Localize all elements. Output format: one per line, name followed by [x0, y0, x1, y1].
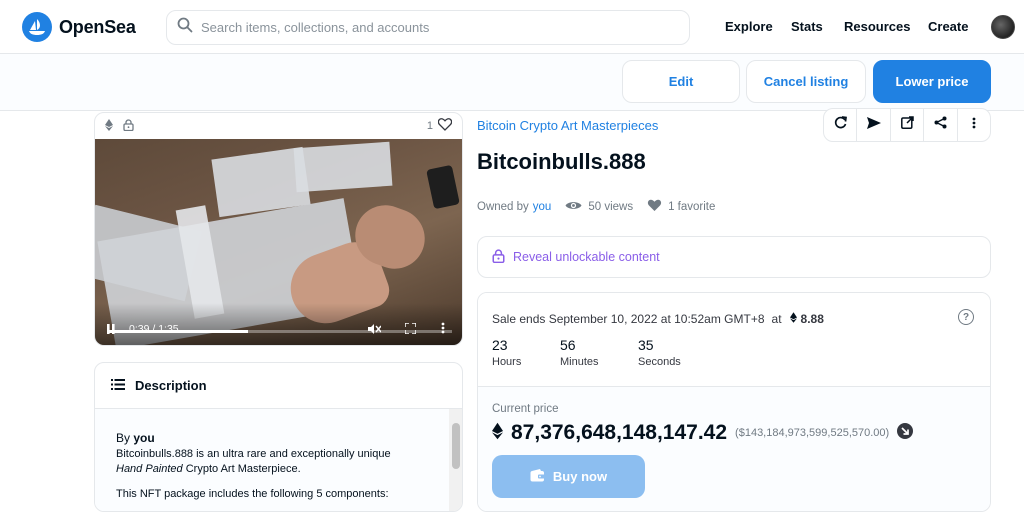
wallet-icon	[530, 468, 545, 485]
edit-button[interactable]: Edit	[622, 60, 740, 103]
list-icon	[111, 378, 125, 393]
nav-create[interactable]: Create	[928, 19, 968, 34]
description-italic: Hand Painted	[116, 463, 183, 475]
countdown-seconds: 35 Seconds	[638, 337, 681, 368]
description-by-label: By	[116, 431, 131, 445]
nft-video-player[interactable]: 0:39 / 1:35	[95, 139, 462, 345]
description-line: Crypto Art Masterpiece.	[182, 463, 301, 475]
scrollbar-thumb[interactable]	[452, 423, 460, 469]
description-header[interactable]: Description	[95, 363, 462, 409]
price-drop-icon[interactable]	[897, 422, 914, 444]
nav-resources[interactable]: Resources	[844, 19, 910, 34]
countdown-label: Minutes	[560, 356, 599, 368]
unlockable-label: Reveal unlockable content	[513, 250, 660, 264]
current-price-usd: ($143,184,973,599,525,570.00)	[735, 427, 890, 439]
sale-countdown-section: Sale ends September 10, 2022 at 10:52am …	[478, 293, 990, 387]
favorites-count[interactable]: 1 favorite	[668, 201, 715, 213]
help-icon[interactable]: ?	[958, 309, 974, 325]
refresh-button[interactable]	[824, 109, 858, 141]
collection-link[interactable]: Bitcoin Crypto Art Masterpieces	[477, 118, 658, 133]
lower-price-button[interactable]: Lower price	[873, 60, 991, 103]
description-title: Description	[135, 378, 207, 393]
transfer-button[interactable]	[857, 109, 891, 141]
more-button[interactable]	[958, 109, 990, 141]
search-input[interactable]	[201, 20, 661, 35]
countdown-label: Seconds	[638, 356, 681, 368]
countdown-number: 23	[492, 337, 508, 353]
current-price-section: Current price 87,376,648,148,147.42 ($14…	[478, 387, 990, 511]
cancel-listing-button[interactable]: Cancel listing	[746, 60, 866, 103]
heart-icon[interactable]	[437, 118, 453, 134]
video-time: 0:39 / 1:35	[129, 323, 179, 335]
user-avatar[interactable]	[991, 15, 1015, 39]
paper-sheet	[293, 141, 393, 193]
ethereum-icon	[105, 118, 113, 134]
nav-explore[interactable]: Explore	[725, 19, 773, 34]
media-card: 1 0:39 / 1:35	[94, 112, 463, 346]
buy-now-button[interactable]: Buy now	[492, 455, 645, 498]
description-author[interactable]: you	[133, 431, 154, 445]
buy-now-label: Buy now	[552, 469, 608, 484]
ethereum-icon	[492, 422, 503, 445]
media-card-header: 1	[95, 113, 462, 139]
current-price-row: 87,376,648,148,147.42 ($143,184,973,599,…	[492, 421, 914, 445]
lock-icon	[123, 118, 134, 134]
views-count: 50 views	[588, 201, 634, 213]
sale-at-label: at	[771, 312, 782, 326]
owned-by-label: Owned by	[477, 201, 529, 213]
nav-stats[interactable]: Stats	[791, 19, 823, 34]
ethereum-icon	[789, 312, 797, 326]
unlockable-content-card[interactable]: Reveal unlockable content	[477, 236, 991, 278]
refresh-icon	[834, 116, 847, 134]
description-line: Bitcoinbulls.888 is an ultra rare and ex…	[116, 448, 391, 460]
sale-eth-price: 8.88	[800, 312, 824, 326]
video-progress-fill	[107, 330, 249, 333]
open-external-button[interactable]	[891, 109, 925, 141]
owner-link[interactable]: you	[533, 201, 552, 213]
search-bar[interactable]	[166, 10, 690, 45]
countdown-label: Hours	[492, 356, 522, 368]
opensea-logo[interactable]: OpenSea	[22, 12, 136, 42]
item-toolbar	[823, 108, 991, 142]
eye-icon	[565, 200, 582, 214]
phone	[426, 164, 460, 210]
brand-name: OpenSea	[59, 16, 136, 37]
item-title: Bitcoinbulls.888	[477, 149, 646, 174]
current-price-label: Current price	[492, 403, 559, 415]
sale-ends-label: Sale ends September 10, 2022 at 10:52am …	[492, 312, 765, 326]
more-vertical-icon	[972, 116, 976, 134]
like-count: 1	[426, 120, 433, 132]
send-icon	[866, 116, 881, 134]
item-meta: Owned by you 50 views 1 favorite	[477, 199, 715, 215]
search-icon	[177, 17, 193, 38]
share-icon	[934, 116, 947, 134]
countdown-minutes: 56 Minutes	[560, 337, 599, 368]
countdown-hours: 23 Hours	[492, 337, 521, 368]
lock-icon	[492, 248, 505, 266]
description-line: This NFT package includes the following …	[116, 488, 389, 500]
countdown-number: 35	[638, 337, 654, 353]
external-link-icon	[900, 116, 914, 134]
sale-card: Sale ends September 10, 2022 at 10:52am …	[477, 292, 991, 512]
share-button[interactable]	[924, 109, 958, 141]
countdown-number: 56	[560, 337, 576, 353]
opensea-logo-icon	[22, 12, 52, 42]
top-navigation-bar: OpenSea Explore Stats Resources Create	[0, 0, 1024, 54]
heart-filled-icon	[647, 199, 662, 215]
description-scrollbar[interactable]	[449, 409, 462, 511]
current-price-value: 87,376,648,148,147.42	[511, 421, 728, 444]
description-card: Description By you Bitcoinbulls.888 is a…	[94, 362, 463, 512]
description-body: By you Bitcoinbulls.888 is an ultra rare…	[95, 409, 451, 511]
video-controls: 0:39 / 1:35	[95, 303, 462, 345]
video-progress-bar[interactable]	[107, 330, 452, 333]
sale-ends-text: Sale ends September 10, 2022 at 10:52am …	[492, 312, 824, 326]
owner-action-bar: Edit Cancel listing Lower price	[0, 54, 1024, 111]
